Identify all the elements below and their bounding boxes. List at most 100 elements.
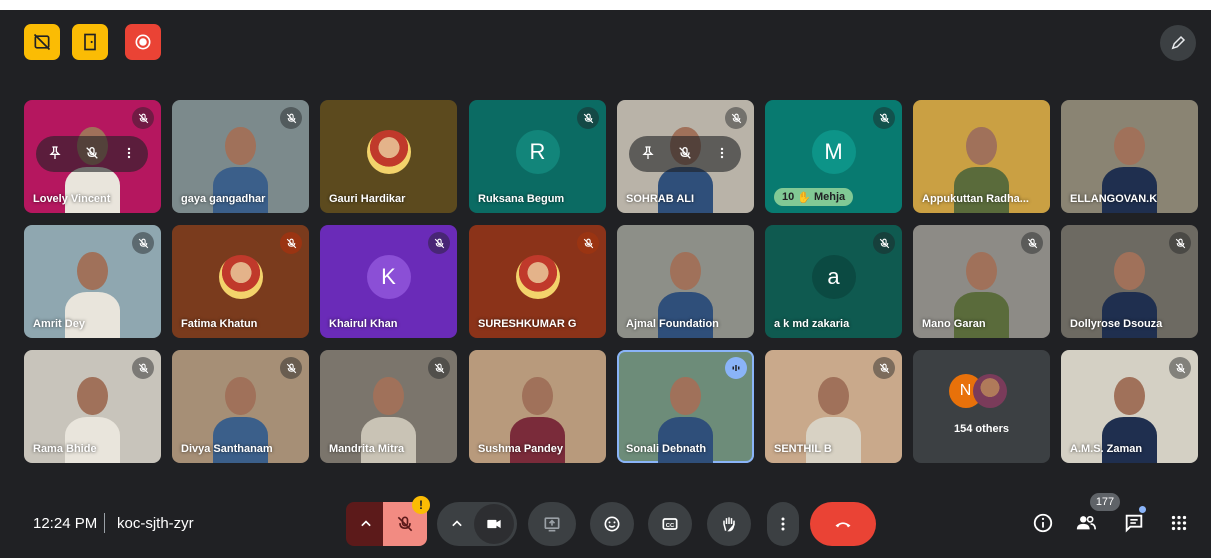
participant-avatar-photo: [366, 129, 411, 174]
participant-tile[interactable]: SURESHKUMAR G: [469, 225, 606, 338]
participant-tile[interactable]: R Ruksana Begum: [469, 100, 606, 213]
speaking-indicator-icon: [725, 357, 747, 379]
participant-name: a k md zakaria: [774, 318, 850, 330]
participant-tile[interactable]: Rama Bhide: [24, 350, 161, 463]
participant-tile[interactable]: Sonali Debnath: [617, 350, 754, 463]
hang-up-icon: [835, 522, 851, 528]
leave-call-button[interactable]: [810, 502, 876, 546]
mic-off-icon: [1169, 232, 1191, 254]
divider: [104, 513, 105, 533]
svg-text:CC: CC: [666, 523, 675, 529]
edit-layout-button[interactable]: [1160, 25, 1196, 61]
participant-name: Appukuttan Radha...: [922, 193, 1029, 205]
mic-off-icon: [397, 516, 413, 532]
mic-off-icon: [132, 232, 154, 254]
participant-tile[interactable]: K Khairul Khan: [320, 225, 457, 338]
participant-name: Khairul Khan: [329, 318, 398, 330]
participant-tile[interactable]: Appukuttan Radha...: [913, 100, 1050, 213]
participant-tile[interactable]: Sushma Pandey: [469, 350, 606, 463]
pin-icon[interactable]: [640, 145, 656, 164]
participant-name: Dollyrose Dsouza: [1070, 318, 1163, 330]
apps-grid-icon: [1171, 515, 1187, 531]
participant-name: SENTHIL B: [774, 443, 832, 455]
participant-tile[interactable]: ELLANGOVAN.K: [1061, 100, 1198, 213]
present-button[interactable]: [528, 502, 576, 546]
participant-tile[interactable]: Mandrita Mitra: [320, 350, 457, 463]
more-vertical-icon[interactable]: [714, 145, 730, 164]
participant-tile[interactable]: SENTHIL B: [765, 350, 902, 463]
participant-name: Sushma Pandey: [478, 443, 563, 455]
participant-tile[interactable]: Divya Santhanam: [172, 350, 309, 463]
mic-off-icon: [428, 232, 450, 254]
mic-off-icon: [873, 107, 895, 129]
meeting-time: 12:24 PM: [33, 515, 98, 532]
present-screen-icon: [544, 517, 560, 532]
mic-off-icon: [577, 107, 599, 129]
participant-tile[interactable]: N 154 others: [913, 350, 1050, 463]
people-button[interactable]: [1073, 510, 1099, 536]
mute-for-all-icon[interactable]: [677, 145, 693, 164]
participant-name: Gauri Hardikar: [329, 193, 406, 205]
hand-raised-icon: ✋: [797, 191, 811, 204]
mic-off-icon: [1021, 232, 1043, 254]
participant-tile[interactable]: Amrit Dey: [24, 225, 161, 338]
captions-button[interactable]: CC: [648, 502, 692, 546]
mute-for-all-icon[interactable]: [84, 145, 100, 164]
more-options-button[interactable]: [767, 502, 799, 546]
mic-off-icon: [132, 107, 154, 129]
participant-tile[interactable]: Fatima Khatun: [172, 225, 309, 338]
mic-off-icon: [1169, 357, 1191, 379]
recording-button[interactable]: [125, 24, 161, 60]
raised-hand-chip: 10 ✋ Mehja: [774, 188, 854, 206]
participant-tile[interactable]: Gauri Hardikar: [320, 100, 457, 213]
participant-avatar-photo: [218, 254, 263, 299]
info-icon: [1033, 513, 1053, 533]
participant-name: SOHRAB ALI: [626, 193, 695, 205]
participant-name: Ruksana Begum: [478, 193, 565, 205]
participant-name: Mandrita Mitra: [329, 443, 405, 455]
video-options-group: [437, 502, 517, 546]
participant-tile[interactable]: A.M.S. Zaman: [1061, 350, 1198, 463]
tile-hover-controls: [36, 136, 148, 172]
video-options-button[interactable]: [440, 514, 474, 534]
raise-hand-button[interactable]: [707, 502, 751, 546]
audio-options-button[interactable]: [346, 502, 386, 546]
meeting-code[interactable]: koc-sjth-zyr: [117, 515, 194, 532]
participant-name: SURESHKUMAR G: [478, 318, 577, 330]
participant-tile[interactable]: Mano Garan: [913, 225, 1050, 338]
participant-avatar: R: [515, 129, 560, 174]
activities-button[interactable]: [1166, 510, 1192, 536]
participant-name: Amrit Dey: [33, 318, 85, 330]
participant-tile[interactable]: Ajmal Foundation: [617, 225, 754, 338]
participant-avatar: M: [811, 129, 856, 174]
camera-button[interactable]: [474, 504, 514, 544]
top-white-strip: [0, 0, 1211, 10]
mic-warning-badge: !: [412, 496, 430, 514]
door-button[interactable]: [72, 24, 108, 60]
participant-tile[interactable]: a a k md zakaria: [765, 225, 902, 338]
camera-icon: [487, 519, 501, 529]
captions-icon: CC: [662, 518, 678, 530]
mic-off-icon: [132, 357, 154, 379]
participant-tile[interactable]: SOHRAB ALI: [617, 100, 754, 213]
meeting-details-button[interactable]: [1030, 510, 1056, 536]
participant-name: 154 others: [953, 423, 1010, 435]
edit-pencil-icon: [1171, 35, 1186, 50]
pin-icon[interactable]: [47, 145, 63, 164]
mic-off-icon: [873, 232, 895, 254]
mic-off-icon: [725, 107, 747, 129]
participant-name: ELLANGOVAN.K: [1070, 193, 1158, 205]
emoji-button[interactable]: [590, 502, 634, 546]
chevron-up-icon: [452, 520, 462, 527]
participant-tile[interactable]: Lovely Vincent: [24, 100, 161, 213]
participant-avatar: a: [811, 254, 856, 299]
participant-name: Rama Bhide: [33, 443, 97, 455]
more-vertical-icon[interactable]: [121, 145, 137, 164]
participant-tile[interactable]: Dollyrose Dsouza: [1061, 225, 1198, 338]
tile-hover-controls: [629, 136, 741, 172]
chat-notification-dot: [1139, 506, 1146, 513]
participant-tile[interactable]: gaya gangadhar: [172, 100, 309, 213]
hidden-tiles-button[interactable]: [24, 24, 60, 60]
participant-tile[interactable]: M 10 ✋ Mehja: [765, 100, 902, 213]
chat-button[interactable]: [1121, 510, 1147, 536]
